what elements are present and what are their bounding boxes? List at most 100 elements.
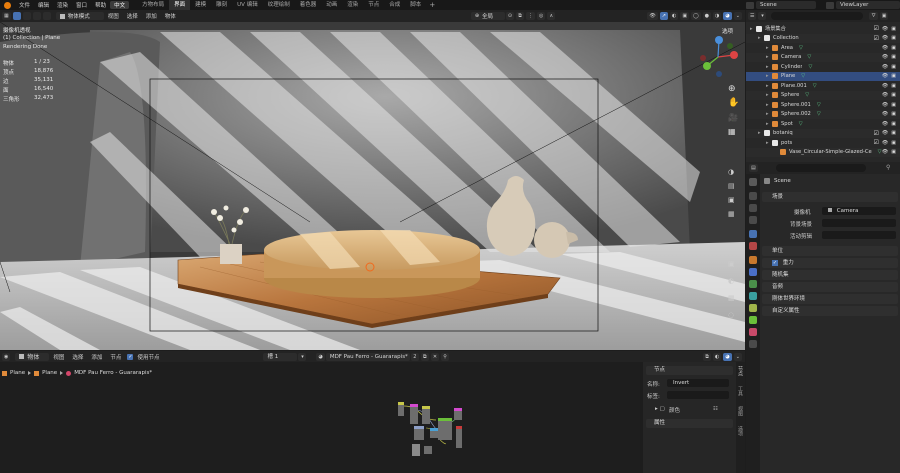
node-editor-type-icon[interactable]: ◉ (2, 352, 11, 361)
node-editor-canvas[interactable] (0, 362, 640, 473)
mesh-data-icon[interactable]: ▽ (817, 111, 821, 117)
menu-help[interactable]: 帮助 (91, 1, 110, 9)
render-camera-icon[interactable]: ▣ (891, 45, 896, 51)
node-menu-view[interactable]: 视图 (49, 353, 68, 361)
render-camera-icon[interactable]: ▣ (891, 73, 896, 79)
menu-select[interactable]: 选择 (123, 12, 142, 20)
render-camera-icon[interactable]: ▣ (891, 92, 896, 98)
visibility-eye-icon[interactable]: 👁 (882, 26, 888, 32)
tab-scripting[interactable]: 脚本 (405, 0, 426, 10)
tab-view[interactable]: 视图 (737, 406, 744, 416)
node-options-icon[interactable]: ⌄ (733, 352, 742, 361)
node-menu-select[interactable]: 选择 (68, 353, 87, 361)
tab-options[interactable]: 选项 (737, 426, 744, 436)
mesh-data-icon[interactable]: ▽ (799, 45, 803, 51)
render-camera-icon[interactable]: ▣ (891, 149, 896, 155)
exclude-checkbox-icon[interactable]: ☑ (874, 139, 879, 146)
visibility-icon[interactable]: 👁 (647, 12, 658, 20)
node-overlay-icon[interactable]: ◐ (713, 352, 722, 361)
snap-target-icon[interactable]: ⋮ (526, 12, 536, 20)
menu-render[interactable]: 渲染 (53, 1, 72, 9)
outliner-type-icon[interactable]: ☰ (748, 12, 757, 20)
snap-node-icon[interactable]: ⧉ (703, 352, 712, 361)
mesh-data-icon[interactable]: ▽ (807, 54, 811, 60)
visibility-eye-icon[interactable]: 👁 (882, 35, 888, 41)
visibility-eye-icon[interactable]: 👁 (882, 83, 888, 89)
shading-rendered-icon[interactable]: ◕ (723, 12, 732, 20)
tool-icon-8[interactable]: ◌ (728, 311, 734, 319)
visibility-eye-icon[interactable]: 👁 (882, 140, 888, 146)
new-collection-icon[interactable]: ▣ (879, 12, 889, 20)
keying-sets-panel-header[interactable]: 随机集 (762, 270, 898, 280)
node-name-field[interactable]: Invert (667, 379, 729, 387)
render-camera-icon[interactable]: ▣ (891, 83, 896, 89)
viewlayer-selector[interactable]: ViewLayer (836, 1, 900, 9)
breadcrumb-mesh[interactable]: Plane (42, 370, 57, 376)
render-camera-icon[interactable]: ▣ (891, 130, 896, 136)
blender-logo-icon[interactable] (4, 1, 11, 9)
shading-options-icon[interactable]: ⌄ (733, 12, 742, 20)
menu-object[interactable]: 物体 (161, 12, 180, 20)
outliner-item-sphere-001[interactable]: ▸ Sphere.001 ▽ 👁 ▣ (746, 100, 900, 110)
texture-tab-icon[interactable] (749, 340, 757, 348)
view-layer-tab-icon[interactable] (749, 216, 757, 224)
menu-add[interactable]: 添加 (142, 12, 161, 20)
tab-tool[interactable]: 工具 (737, 386, 744, 396)
color-list-icon[interactable]: ☷ (713, 406, 718, 412)
gravity-checkbox[interactable]: ✓ (772, 259, 778, 266)
audio-panel-header[interactable]: 音频 (762, 282, 898, 292)
mesh-data-icon[interactable]: ▽ (801, 73, 805, 79)
outliner-search-input[interactable] (771, 12, 864, 20)
slot-options-icon[interactable]: ▾ (298, 352, 307, 361)
scene-icon[interactable] (746, 1, 754, 9)
filter-icon[interactable]: ⛛ (869, 12, 878, 20)
visibility-eye-icon[interactable]: 👁 (882, 45, 888, 51)
custom-properties-panel-header[interactable]: 自定义属性 (762, 306, 898, 316)
world-tab-icon[interactable] (749, 242, 757, 250)
menu-view[interactable]: 视图 (104, 12, 123, 20)
exclude-checkbox-icon[interactable]: ☑ (874, 35, 879, 42)
camera-view-icon[interactable]: 🎥 (728, 113, 738, 122)
visibility-eye-icon[interactable]: 👁 (882, 102, 888, 108)
tab-nodes[interactable]: 节点 (363, 0, 384, 10)
mode-selector[interactable]: 物体模式 (55, 12, 104, 20)
outliner-item-botaniq[interactable]: ▸ botaniq ☑ 👁 ▣ (746, 128, 900, 138)
visibility-eye-icon[interactable]: 👁 (882, 64, 888, 70)
outliner-item-plane-001[interactable]: ▸ Plane.001 ▽ 👁 ▣ (746, 81, 900, 91)
physics-tab-icon[interactable] (749, 292, 757, 300)
material-tab-icon[interactable] (749, 328, 757, 336)
outliner-item-sphere-002[interactable]: ▸ Sphere.002 ▽ 👁 ▣ (746, 109, 900, 119)
mesh-data-icon[interactable]: ▽ (808, 64, 812, 70)
render-tab-icon[interactable] (749, 192, 757, 200)
tool-icon-7[interactable]: ▦ (728, 294, 735, 302)
display-mode-icon[interactable]: ▾ (758, 12, 767, 20)
material-browse-icon[interactable]: ◕ (316, 352, 325, 361)
outliner-item-pots[interactable]: ▸ pots ☑ 👁 ▣ (746, 138, 900, 148)
tool-icon-1[interactable]: ◑ (728, 168, 734, 176)
tool-icon-2[interactable]: ▤ (728, 182, 735, 190)
outliner-item-cylinder[interactable]: ▸ Cylinder ▽ 👁 ▣ (746, 62, 900, 72)
visibility-eye-icon[interactable]: 👁 (882, 73, 888, 79)
units-panel-header[interactable]: 单位 (762, 246, 898, 256)
breadcrumb-object[interactable]: Plane (10, 370, 25, 376)
select-invert-icon[interactable] (42, 12, 51, 20)
overlay-toggle-icon[interactable]: ◐ (669, 12, 679, 20)
select-extend-icon[interactable] (22, 12, 31, 20)
breadcrumb-material[interactable]: MDF Pau Ferro - Guararapis* (74, 370, 152, 376)
editor-type-icon[interactable]: ▦ (2, 12, 11, 20)
tab-sculpting[interactable]: 雕刻 (211, 0, 232, 10)
tab-layout[interactable]: 方物布局 (137, 0, 169, 10)
shading-solid-icon[interactable]: ● (702, 12, 712, 20)
tab-compositing[interactable]: 合成 (384, 0, 405, 10)
node-panel-header[interactable]: 节点 (646, 366, 733, 375)
outliner-item-vase-circular-simple-glazed-ce[interactable]: Vase_Circular-Simple-Glazed-Ce ▽ 👁 ▣ (746, 147, 900, 157)
select-box-icon[interactable] (12, 12, 21, 20)
visibility-eye-icon[interactable]: 👁 (882, 111, 888, 117)
rigid-body-world-panel-header[interactable]: 刚体世界环境 (762, 294, 898, 304)
scene-tab-icon[interactable] (749, 230, 757, 238)
visibility-eye-icon[interactable]: 👁 (882, 54, 888, 60)
menu-language[interactable]: 中文 (110, 1, 130, 9)
render-camera-icon[interactable]: ▣ (891, 102, 896, 108)
camera-field[interactable]: Camera (822, 207, 896, 215)
properties-panel-header[interactable]: 属性 (646, 419, 733, 428)
